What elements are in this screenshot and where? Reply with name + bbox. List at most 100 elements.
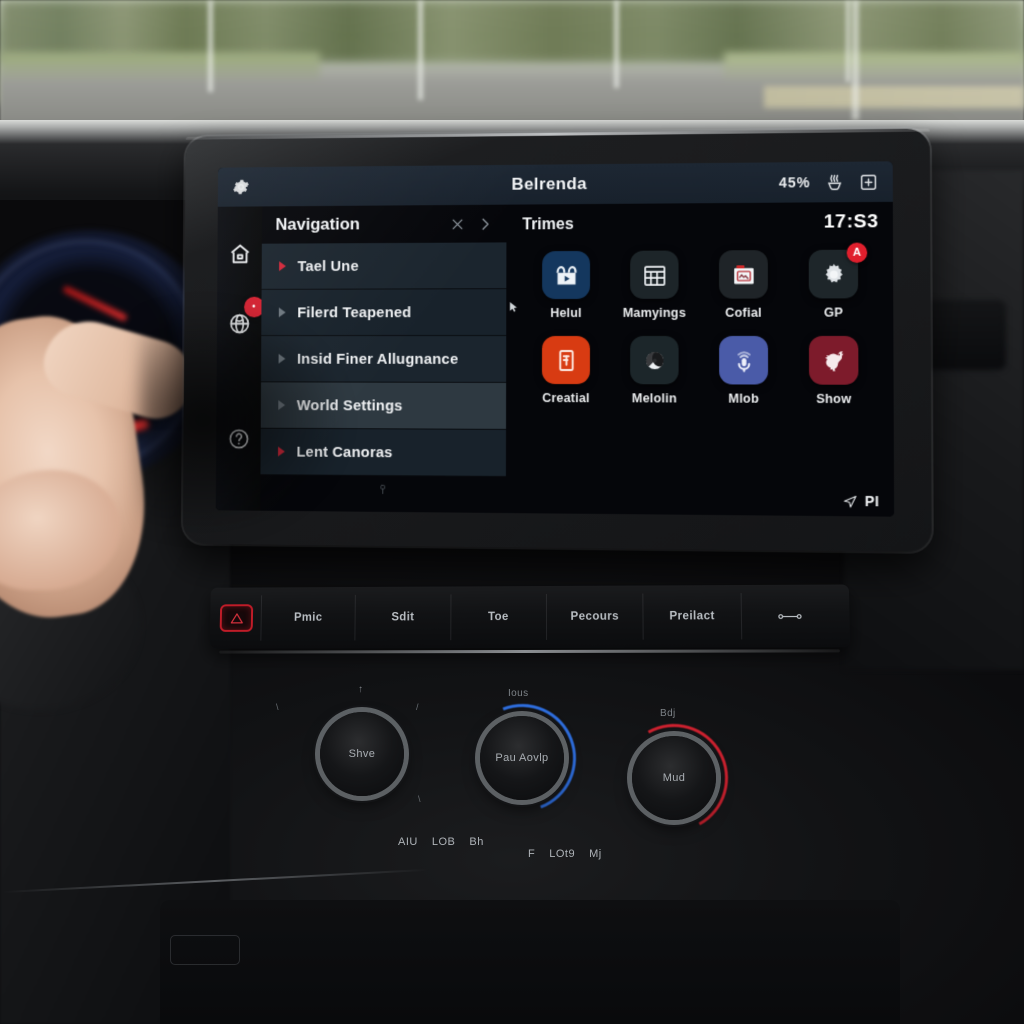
list-item[interactable]: Insid Finer Allugnance	[261, 336, 507, 383]
calendar-icon	[630, 250, 679, 299]
add-box-icon[interactable]	[859, 172, 879, 191]
screen-body: • Navigation Tael Une Filerd Teapened In…	[215, 201, 895, 517]
app-tile-gp[interactable]: A GP	[788, 242, 879, 320]
app-tile-label: Melolin	[631, 391, 677, 406]
mic-icon	[719, 335, 769, 385]
roadside-pole	[208, 0, 213, 92]
page-title: Navigation	[275, 214, 360, 234]
list-item-label: Filerd Teapened	[297, 303, 412, 321]
roadside-pole	[418, 0, 423, 100]
climate-knob-right-label: Mud	[662, 772, 686, 784]
hazard-triangle-icon	[229, 611, 244, 626]
climate-button-mj[interactable]: Mj	[589, 848, 602, 860]
footer-label: PI	[864, 492, 880, 510]
navigation-arrow-icon	[842, 493, 858, 508]
app-tile-mlob[interactable]: Mlob	[699, 335, 789, 406]
list-item[interactable]: Lent Canoras	[260, 428, 507, 477]
climate-knob-left[interactable]: Shve	[320, 712, 404, 796]
climate-knob-right-caption: Bdj	[660, 708, 676, 719]
hard-button-toe[interactable]: Toe	[449, 593, 547, 641]
app-tile-label: Show	[816, 391, 852, 407]
hard-button-pmic[interactable]: Pmic	[260, 594, 356, 641]
media-play-icon	[542, 250, 591, 300]
climate-button-lot9[interactable]: LOt9	[549, 848, 575, 860]
cursor-pointer-icon	[507, 301, 520, 318]
climate-knob-center-label: Pau Aovlp	[495, 752, 549, 764]
roadside-pole	[614, 0, 619, 88]
climate-button-bh[interactable]: Bh	[469, 836, 483, 848]
seat-adjust-icon[interactable]	[740, 592, 840, 640]
navigation-list: Tael Une Filerd Teapened Insid Finer All…	[260, 242, 507, 477]
climate-knob-right[interactable]: Mud	[632, 736, 716, 820]
app-tile-label: Creatial	[542, 391, 590, 406]
lower-console	[160, 900, 900, 1024]
list-item-label: World Settings	[296, 396, 403, 414]
climate-buttons-right: F LOt9 Mj	[528, 848, 602, 860]
caret-icon	[278, 446, 285, 457]
app-grid: Helul Mamyings Cofial A GP Creatial Melo…	[522, 242, 879, 407]
app-panel-header: Trimes 17:S3	[522, 211, 878, 235]
road-curb	[764, 86, 1024, 108]
climate-knob-left-label: Shve	[348, 748, 376, 760]
help-icon[interactable]	[226, 427, 250, 452]
infotainment-head-unit: Belrenda 45% • Navigation Tael Une Filer…	[182, 128, 932, 552]
disc-icon	[630, 335, 679, 385]
icon-rail: •	[215, 206, 264, 511]
storage-slot	[170, 935, 240, 965]
chevron-right-icon[interactable]	[478, 216, 493, 231]
app-tile-mamyings[interactable]: Mamyings	[610, 250, 699, 320]
caret-icon	[279, 261, 286, 272]
caret-icon	[278, 353, 286, 364]
climate-button-f[interactable]: F	[528, 848, 535, 860]
caret-icon	[278, 307, 286, 318]
list-item[interactable]: Filerd Teapened	[261, 289, 507, 337]
climate-knob-center[interactable]: Pau Aovlp	[480, 716, 564, 800]
list-item-label: Insid Finer Allugnance	[296, 350, 459, 368]
app-tile-creatial[interactable]: Creatial	[522, 335, 610, 406]
app-tile-melolin[interactable]: Melolin	[610, 335, 699, 406]
seat-heater-icon[interactable]	[825, 172, 845, 191]
app-panel-title: Trimes	[522, 216, 574, 234]
app-tile-show[interactable]: Show	[788, 335, 879, 407]
clock: 17:S3	[823, 211, 879, 233]
book-icon	[541, 335, 590, 385]
gear-icon: A	[808, 242, 868, 299]
physical-button-bar: Pmic Sdit Toe Pecours Preilact	[209, 584, 851, 654]
climate-knob-left-caption: ↑	[358, 684, 364, 695]
horse-icon	[808, 335, 859, 385]
close-icon[interactable]	[450, 216, 465, 231]
roadside-pole	[846, 0, 850, 82]
app-tile-helul[interactable]: Helul	[522, 250, 610, 321]
document-icon	[719, 250, 768, 299]
climate-button-aiu[interactable]: AIU	[398, 836, 418, 848]
hard-button-sdit[interactable]: Sdit	[354, 594, 451, 641]
list-item-label: Tael Une	[297, 257, 359, 275]
list-item[interactable]: Tael Une	[261, 242, 507, 290]
hazard-button[interactable]	[219, 604, 254, 632]
climate-knob-center-caption: Ious	[508, 688, 529, 699]
navigation-panel-header: Navigation	[262, 214, 507, 244]
climate-buttons-left: AIU LOB Bh	[398, 836, 484, 848]
climate-button-lob[interactable]: LOB	[432, 836, 456, 848]
app-panel: Trimes 17:S3 Helul Mamyings Cofial A GP …	[506, 202, 894, 517]
list-item[interactable]: World Settings	[260, 382, 507, 430]
app-tile-label: Helul	[550, 305, 582, 321]
usb-icon	[377, 482, 388, 497]
hard-button-preilact[interactable]: Preilact	[642, 593, 741, 640]
navigation-panel: Navigation Tael Une Filerd Teapened Insi…	[260, 205, 517, 513]
battery-percent: 45%	[778, 174, 811, 191]
hard-button-pecours[interactable]: Pecours	[545, 593, 643, 640]
windshield-view	[0, 0, 1024, 138]
globe-media-icon[interactable]: •	[227, 296, 264, 336]
app-panel-footer[interactable]: PI	[522, 490, 880, 516]
infotainment-screen: Belrenda 45% • Navigation Tael Une Filer…	[215, 161, 895, 517]
home-icon[interactable]	[227, 242, 251, 267]
app-tile-cofial[interactable]: Cofial	[699, 250, 789, 320]
app-tile-label: Mamyings	[622, 305, 687, 320]
status-bar-right: 45%	[779, 172, 879, 192]
caret-icon	[278, 400, 286, 411]
climate-control-panel: Shve ↑ \ / \ Pau Aovlp Ious Mud Bdj AIU …	[250, 676, 810, 906]
roadside-pole	[852, 0, 859, 120]
app-tile-label: Cofial	[725, 305, 762, 320]
status-badge: A	[846, 242, 868, 263]
